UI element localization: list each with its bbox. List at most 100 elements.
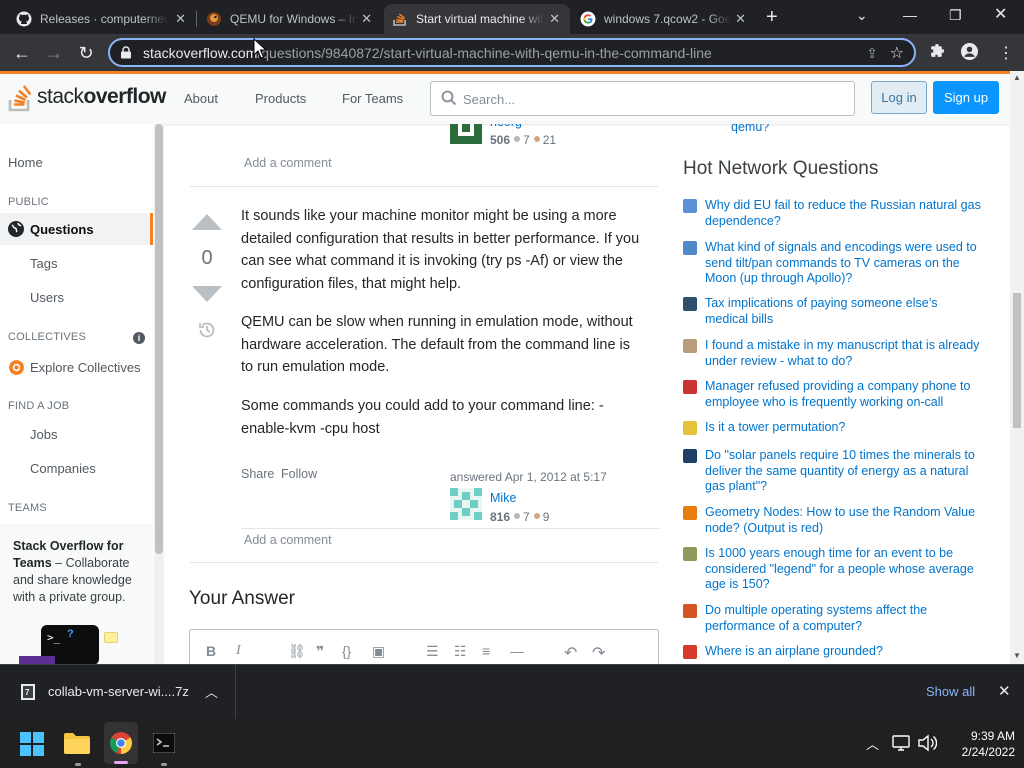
scroll-up-icon[interactable]: ▲ — [1013, 73, 1021, 82]
restore-button[interactable]: ❐ — [949, 6, 962, 24]
hot-network-question-link[interactable]: What kind of signals and encodings were … — [705, 240, 983, 287]
share-icon[interactable]: ⇪ — [866, 45, 878, 62]
hot-network-question-link[interactable]: Where is an airplane grounded? — [705, 644, 883, 660]
link-icon[interactable]: ⛓ — [288, 643, 306, 660]
back-button[interactable]: ← — [10, 41, 34, 65]
terminal-icon[interactable] — [153, 733, 175, 753]
minimize-button[interactable]: — — [903, 6, 917, 24]
sidebar-item-home[interactable]: Home — [8, 155, 43, 170]
follow-link[interactable]: Follow — [281, 467, 317, 481]
tab-github-releases[interactable]: Releases · computernewb/collab-vm ✕ — [8, 4, 196, 34]
hot-network-question-item[interactable]: Is 1000 years enough time for an event t… — [683, 546, 983, 593]
redo-icon[interactable]: ↷ — [592, 643, 605, 663]
tab-search-chevron-icon[interactable]: ⌄ — [856, 6, 868, 24]
close-download-bar-icon[interactable]: ✕ — [998, 682, 1011, 700]
hot-network-question-item[interactable]: Manager refused providing a company phon… — [683, 379, 983, 410]
user-name-link[interactable]: neorg — [490, 124, 522, 129]
sidebar-item-explore-collectives[interactable]: Explore Collectives — [8, 359, 141, 376]
sidebar-scrollbar-thumb[interactable] — [155, 124, 163, 554]
tray-chevron-up-icon[interactable]: ︿ — [866, 734, 879, 753]
hot-network-question-link[interactable]: Do multiple operating systems affect the… — [705, 603, 983, 634]
close-tab-icon[interactable]: ✕ — [361, 12, 372, 26]
downvote-button[interactable] — [192, 286, 222, 302]
numbered-list-icon[interactable]: ☰ — [426, 643, 439, 660]
reload-button[interactable]: ↻ — [74, 41, 98, 65]
bold-icon[interactable]: B — [206, 643, 216, 659]
hot-network-question-link[interactable]: Is 1000 years enough time for an event t… — [705, 546, 983, 593]
related-question-link[interactable]: qemu? — [731, 124, 769, 134]
italic-icon[interactable]: I — [236, 643, 241, 659]
stackoverflow-logo[interactable]: stackoverflow — [8, 82, 166, 112]
hot-network-question-item[interactable]: I found a mistake in my manuscript that … — [683, 338, 983, 369]
tab-google-search[interactable]: windows 7.qcow2 - Google Search ✕ — [572, 4, 756, 34]
new-tab-button[interactable]: + — [766, 6, 778, 28]
blockquote-icon[interactable]: ❞ — [316, 643, 324, 660]
undo-icon[interactable]: ↶ — [564, 643, 577, 663]
show-all-downloads-link[interactable]: Show all — [926, 684, 975, 699]
hot-network-question-item[interactable]: Do multiple operating systems affect the… — [683, 603, 983, 634]
address-bar[interactable]: stackoverflow.com/questions/9840872/star… — [108, 38, 916, 67]
sidebar-item-companies[interactable]: Companies — [30, 461, 96, 476]
user-name-link[interactable]: Mike — [490, 491, 516, 505]
chevron-up-icon[interactable]: ︿ — [205, 682, 218, 701]
sidebar-item-users[interactable]: Users — [30, 290, 64, 305]
hot-network-question-item[interactable]: Why did EU fail to reduce the Russian na… — [683, 198, 983, 229]
hot-network-question-link[interactable]: Manager refused providing a company phon… — [705, 379, 983, 410]
taskbar-clock[interactable]: 9:39 AM 2/24/2022 — [945, 728, 1015, 760]
code-icon[interactable]: {} — [342, 643, 351, 659]
hot-network-question-link[interactable]: I found a mistake in my manuscript that … — [705, 338, 983, 369]
network-icon[interactable] — [892, 735, 910, 751]
history-icon[interactable] — [197, 320, 217, 340]
tab-start-virtual-machine[interactable]: Start virtual machine with QEMU ✕ — [384, 4, 570, 34]
hot-network-question-link[interactable]: Why did EU fail to reduce the Russian na… — [705, 198, 983, 229]
page-scrollbar[interactable]: ▲ ▼ — [1010, 71, 1024, 664]
user-avatar-neorg[interactable] — [450, 124, 482, 144]
sidebar-item-questions[interactable]: Questions — [8, 221, 94, 237]
close-tab-icon[interactable]: ✕ — [549, 12, 560, 26]
download-item[interactable]: 7 collab-vm-server-wi....7z ︿ — [0, 665, 236, 719]
hot-network-question-link[interactable]: Do "solar panels require 10 times the mi… — [705, 448, 983, 495]
nav-about[interactable]: About — [184, 91, 218, 106]
sidebar-item-jobs[interactable]: Jobs — [30, 427, 57, 442]
page-scrollbar-thumb[interactable] — [1013, 293, 1021, 428]
nav-for-teams[interactable]: For Teams — [342, 91, 403, 106]
hot-network-question-item[interactable]: Is it a tower permutation? — [683, 420, 983, 436]
bookmark-star-icon[interactable]: ☆ — [890, 43, 904, 63]
add-comment-link[interactable]: Add a comment — [244, 156, 332, 170]
add-comment-link[interactable]: Add a comment — [244, 533, 332, 547]
extensions-icon[interactable] — [929, 43, 946, 65]
info-icon[interactable]: i — [133, 332, 145, 344]
profile-icon[interactable] — [961, 43, 978, 65]
windows-start-icon[interactable] — [20, 732, 44, 756]
hot-network-question-item[interactable]: Where is an airplane grounded? — [683, 644, 983, 660]
hot-network-question-item[interactable]: Geometry Nodes: How to use the Random Va… — [683, 505, 983, 536]
upvote-button[interactable] — [192, 214, 222, 230]
hot-network-question-link[interactable]: Geometry Nodes: How to use the Random Va… — [705, 505, 983, 536]
image-icon[interactable]: ▣ — [372, 643, 385, 660]
hot-network-question-item[interactable]: What kind of signals and encodings were … — [683, 240, 983, 287]
forward-button[interactable]: → — [42, 41, 66, 65]
close-tab-icon[interactable]: ✕ — [735, 12, 746, 26]
share-link[interactable]: Share — [241, 467, 274, 481]
sidebar-item-tags[interactable]: Tags — [30, 256, 57, 271]
hot-network-question-link[interactable]: Tax implications of paying someone else’… — [705, 296, 983, 327]
horizontal-rule-icon[interactable]: — — [510, 643, 524, 659]
user-avatar-mike[interactable] — [450, 488, 482, 520]
hot-network-question-item[interactable]: Do "solar panels require 10 times the mi… — [683, 448, 983, 495]
signup-button[interactable]: Sign up — [933, 81, 999, 114]
heading-icon[interactable]: ≡ — [482, 643, 490, 659]
search-input[interactable]: Search... — [430, 81, 855, 116]
nav-products[interactable]: Products — [255, 91, 306, 106]
chrome-taskbar-button[interactable] — [104, 722, 138, 764]
login-button[interactable]: Log in — [871, 81, 927, 114]
close-tab-icon[interactable]: ✕ — [175, 12, 186, 26]
tab-qemu-windows[interactable]: QEMU for Windows – Installers ✕ — [198, 4, 382, 34]
scroll-down-icon[interactable]: ▼ — [1013, 651, 1021, 660]
menu-kebab-icon[interactable]: ⋮ — [998, 43, 1014, 63]
hot-network-question-item[interactable]: Tax implications of paying someone else’… — [683, 296, 983, 327]
bulleted-list-icon[interactable]: ☷ — [454, 643, 467, 660]
close-window-button[interactable]: ✕ — [994, 6, 1007, 24]
hot-network-question-link[interactable]: Is it a tower permutation? — [705, 420, 845, 436]
volume-icon[interactable] — [917, 734, 937, 752]
file-explorer-icon[interactable] — [64, 732, 90, 754]
